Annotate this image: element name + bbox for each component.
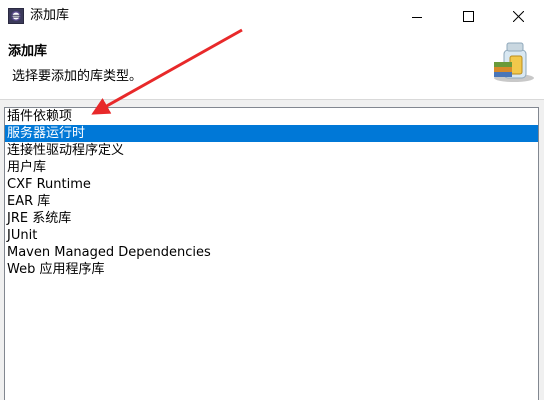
list-item-junit[interactable]: JUnit: [5, 227, 538, 244]
library-jars-icon: [490, 38, 536, 84]
close-button[interactable]: [495, 0, 541, 32]
wizard-header: 添加库 选择要添加的库类型。: [0, 32, 544, 98]
add-library-dialog: 添加库 添加库 选择要添加的库类型。 插件依赖项 服务器运行时 连接性驱动程序定…: [0, 0, 544, 400]
list-item-user-library[interactable]: 用户库: [5, 159, 538, 176]
eclipse-app-icon: [8, 8, 24, 24]
title-bar[interactable]: 添加库: [0, 0, 544, 32]
list-item-server-runtime[interactable]: 服务器运行时: [5, 125, 538, 142]
maximize-button[interactable]: [445, 0, 491, 32]
maximize-icon: [462, 7, 474, 26]
library-type-list[interactable]: 插件依赖项 服务器运行时 连接性驱动程序定义 用户库 CXF Runtime E…: [4, 107, 539, 400]
list-item-maven-managed-dependencies[interactable]: Maven Managed Dependencies: [5, 244, 538, 261]
list-item-web-app-libraries[interactable]: Web 应用程序库: [5, 261, 538, 278]
window-title: 添加库: [30, 8, 70, 23]
list-item-plugin-dependencies[interactable]: 插件依赖项: [5, 108, 538, 125]
page-description: 选择要添加的库类型。: [12, 69, 143, 84]
page-title: 添加库: [8, 44, 48, 59]
close-icon: [512, 7, 524, 26]
list-item-jre-system-library[interactable]: JRE 系统库: [5, 210, 538, 227]
list-item-connectivity-driver-definition[interactable]: 连接性驱动程序定义: [5, 142, 538, 159]
minimize-icon: [412, 7, 422, 26]
list-item-ear-library[interactable]: EAR 库: [5, 193, 538, 210]
minimize-button[interactable]: [394, 0, 440, 32]
list-item-cxf-runtime[interactable]: CXF Runtime: [5, 176, 538, 193]
